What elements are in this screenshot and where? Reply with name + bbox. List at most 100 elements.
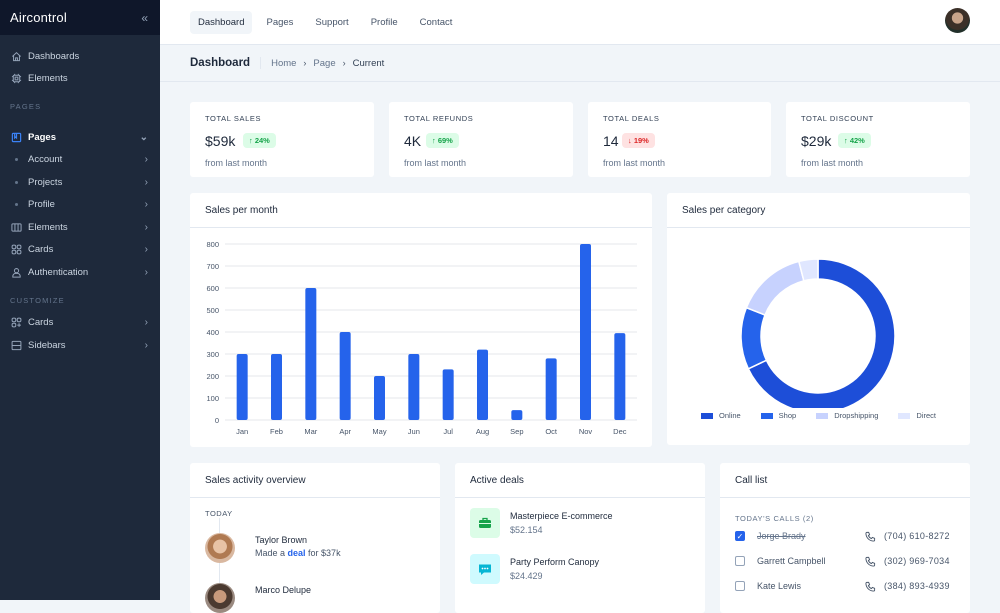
sidebar-item-cards[interactable]: Cards › xyxy=(0,239,160,262)
sidebar-item-projects[interactable]: Projects › xyxy=(0,171,160,194)
y-tick-label: 300 xyxy=(206,350,219,359)
tab-pages[interactable]: Pages xyxy=(258,11,301,34)
home-icon xyxy=(10,50,22,62)
call-list-card: Call list TODAY'S CALLS (2) ✓ Jorge Brad… xyxy=(720,463,970,613)
y-tick-label: 600 xyxy=(206,284,219,293)
breadcrumb-page[interactable]: Page xyxy=(313,58,335,69)
grid-plus-icon xyxy=(10,317,22,329)
avatar[interactable] xyxy=(205,583,235,613)
call-checkbox[interactable] xyxy=(735,556,745,566)
call-checkbox[interactable]: ✓ xyxy=(735,531,745,541)
bar-jun[interactable] xyxy=(408,354,420,420)
change-badge: ↑ 24% xyxy=(243,133,276,148)
user-icon xyxy=(10,266,22,278)
sidebar-item-elements-pages[interactable]: Elements › xyxy=(0,216,160,239)
bar-aug[interactable] xyxy=(477,349,488,420)
x-tick-label: Jan xyxy=(236,427,248,436)
top-navbar: Dashboard Pages Support Profile Contact xyxy=(160,0,1000,45)
y-tick-label: 100 xyxy=(206,394,219,403)
category-donut-chart xyxy=(740,258,896,414)
section-customize: CUSTOMIZE xyxy=(10,295,65,305)
sidebar-item-authentication[interactable]: Authentication › xyxy=(0,261,160,284)
avatar[interactable] xyxy=(205,533,235,563)
active-deals-card: Active deals Masterpiece E-commerce $52.… xyxy=(455,463,705,613)
breadcrumb-current: Current xyxy=(352,57,385,69)
deal-link[interactable]: deal xyxy=(288,548,306,558)
bar-apr[interactable] xyxy=(339,332,351,420)
chevron-right-icon: › xyxy=(144,317,148,329)
card-title: Call list xyxy=(720,463,970,498)
slice-shop[interactable] xyxy=(740,306,768,370)
chart-legend: Online Shop Dropshipping Direct xyxy=(667,411,970,420)
chevron-right-icon: › xyxy=(144,244,148,256)
x-tick-label: Mar xyxy=(304,427,317,436)
collapse-sidebar-icon[interactable]: « xyxy=(141,11,148,25)
sidebar-icon xyxy=(10,339,22,351)
bullet-icon xyxy=(10,154,22,166)
sidebar-item-pages[interactable]: Pages ⌄ xyxy=(0,126,160,149)
bullet-icon xyxy=(10,176,22,188)
legend-item-dropshipping[interactable]: Dropshipping xyxy=(816,411,878,420)
chevron-down-icon: ⌄ xyxy=(139,131,148,143)
sidebar-item-profile[interactable]: Profile › xyxy=(0,194,160,217)
deal-item[interactable]: Masterpiece E-commerce $52.154 xyxy=(470,508,613,538)
chat-icon xyxy=(470,554,500,584)
deal-item[interactable]: Party Perform Canopy $24.429 xyxy=(470,554,599,584)
y-tick-label: 200 xyxy=(206,372,219,381)
legend-item-direct[interactable]: Direct xyxy=(898,411,936,420)
bar-oct[interactable] xyxy=(545,358,557,420)
sidebar-item-elements[interactable]: Elements xyxy=(0,68,160,91)
bar-sep[interactable] xyxy=(511,410,523,420)
x-tick-label: May xyxy=(372,427,386,436)
legend-item-shop[interactable]: Shop xyxy=(760,411,796,420)
bar-may[interactable] xyxy=(374,376,385,420)
activity-item: Marco Delupe xyxy=(205,583,311,613)
page-title: Dashboard xyxy=(190,57,262,69)
bar-feb[interactable] xyxy=(271,354,282,420)
y-tick-label: 700 xyxy=(206,262,219,271)
chip-icon xyxy=(10,73,22,85)
bar-jul[interactable] xyxy=(442,369,454,420)
sales-per-category-card: Sales per category Online Shop Dropshippin… xyxy=(667,193,970,445)
sidebar-item-custom-cards[interactable]: Cards › xyxy=(0,312,160,335)
change-badge: ↑ 42% xyxy=(838,133,871,148)
legend-swatch xyxy=(700,412,713,419)
day-label: TODAY xyxy=(205,509,233,518)
tab-dashboard[interactable]: Dashboard xyxy=(190,10,253,34)
x-tick-label: Jun xyxy=(408,427,420,436)
book-icon xyxy=(10,131,22,143)
bar-jan[interactable] xyxy=(236,354,248,420)
app-logo[interactable]: Aircontrol xyxy=(10,10,67,25)
chevron-right-icon: › xyxy=(144,221,148,233)
bar-mar[interactable] xyxy=(305,288,317,420)
tab-support[interactable]: Support xyxy=(307,11,356,34)
sidebar-item-dashboards[interactable]: Dashboards xyxy=(0,45,160,68)
bar-nov[interactable] xyxy=(580,244,591,420)
sidebar-item-sidebars[interactable]: Sidebars › xyxy=(0,334,160,357)
call-item: Garrett Campbell (302) 969-7034 xyxy=(735,553,955,569)
call-checkbox[interactable] xyxy=(735,581,745,591)
brand-bar: Aircontrol « xyxy=(0,0,160,35)
sales-bar-chart: 0 100 200 300 400 500 600 700 800 Jan Feb Mar Apr May… xyxy=(206,240,637,436)
tab-contact[interactable]: Contact xyxy=(412,11,461,34)
bar-dec[interactable] xyxy=(614,333,626,420)
y-tick-label: 800 xyxy=(206,240,219,249)
card-title: Sales per category xyxy=(667,193,970,228)
breadcrumb-home[interactable]: Home xyxy=(271,58,296,69)
card-title: Sales per month xyxy=(190,193,652,228)
bullet-icon xyxy=(10,199,22,211)
phone-icon xyxy=(865,531,876,542)
user-avatar[interactable] xyxy=(945,8,970,33)
sidebar-item-account[interactable]: Account › xyxy=(0,149,160,172)
legend-item-online[interactable]: Online xyxy=(700,411,741,420)
slice-dropshipping[interactable] xyxy=(745,260,805,316)
chevron-right-icon: › xyxy=(144,266,148,278)
legend-swatch xyxy=(898,412,911,419)
x-tick-label: Dec xyxy=(613,427,627,436)
tab-profile[interactable]: Profile xyxy=(363,11,406,34)
y-tick-label: 400 xyxy=(206,328,219,337)
sidebar: Aircontrol « Dashboards Elements PAGES P… xyxy=(0,0,160,600)
stat-card-total-refunds: TOTAL REFUNDS 4K ↑ 69% from last month xyxy=(389,102,573,177)
section-pages: PAGES xyxy=(10,102,42,111)
briefcase-icon xyxy=(470,508,500,538)
